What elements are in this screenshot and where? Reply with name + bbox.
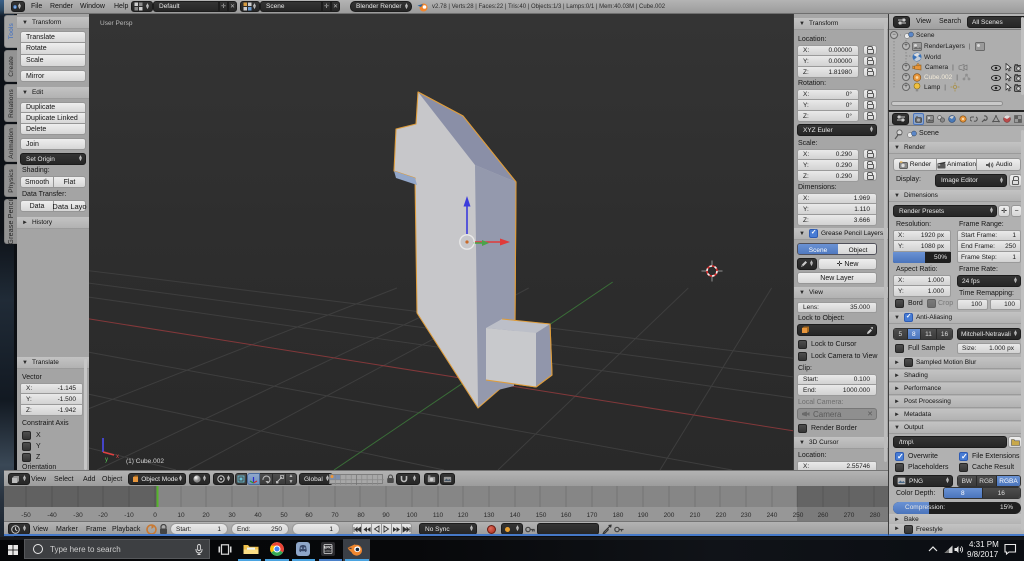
svg-text:-30: -30	[73, 512, 83, 519]
svg-text:240: 240	[767, 512, 778, 519]
svg-text:GAMES: GAMES	[323, 549, 333, 553]
svg-text:270: 270	[844, 512, 855, 519]
svg-text:30: 30	[228, 512, 236, 519]
svg-text:260: 260	[818, 512, 829, 519]
svg-text:0: 0	[153, 512, 157, 519]
svg-text:210: 210	[690, 512, 701, 519]
svg-text:-40: -40	[47, 512, 57, 519]
svg-text:200: 200	[664, 512, 675, 519]
svg-text:170: 170	[587, 512, 598, 519]
svg-text:180: 180	[613, 512, 624, 519]
svg-text:50: 50	[280, 512, 288, 519]
svg-text:-50: -50	[21, 512, 31, 519]
svg-text:90: 90	[382, 512, 390, 519]
svg-text:10: 10	[177, 512, 185, 519]
svg-text:120: 120	[458, 512, 469, 519]
svg-text:40: 40	[254, 512, 262, 519]
svg-text:160: 160	[561, 512, 572, 519]
svg-text:x: x	[116, 454, 119, 460]
svg-text:140: 140	[510, 512, 521, 519]
svg-text:250: 250	[793, 512, 804, 519]
svg-text:EPIC: EPIC	[324, 546, 332, 550]
svg-text:100: 100	[407, 512, 418, 519]
svg-text:150: 150	[536, 512, 547, 519]
svg-text:-10: -10	[124, 512, 134, 519]
svg-text:280: 280	[870, 512, 881, 519]
svg-text:y: y	[105, 457, 108, 463]
svg-text:80: 80	[357, 512, 365, 519]
svg-text:130: 130	[484, 512, 495, 519]
svg-text:20: 20	[202, 512, 210, 519]
svg-text:190: 190	[638, 512, 649, 519]
svg-text:-20: -20	[98, 512, 108, 519]
svg-text:220: 220	[716, 512, 727, 519]
svg-text:110: 110	[433, 512, 444, 519]
svg-text:70: 70	[331, 512, 339, 519]
svg-text:60: 60	[305, 512, 313, 519]
svg-text:230: 230	[741, 512, 752, 519]
